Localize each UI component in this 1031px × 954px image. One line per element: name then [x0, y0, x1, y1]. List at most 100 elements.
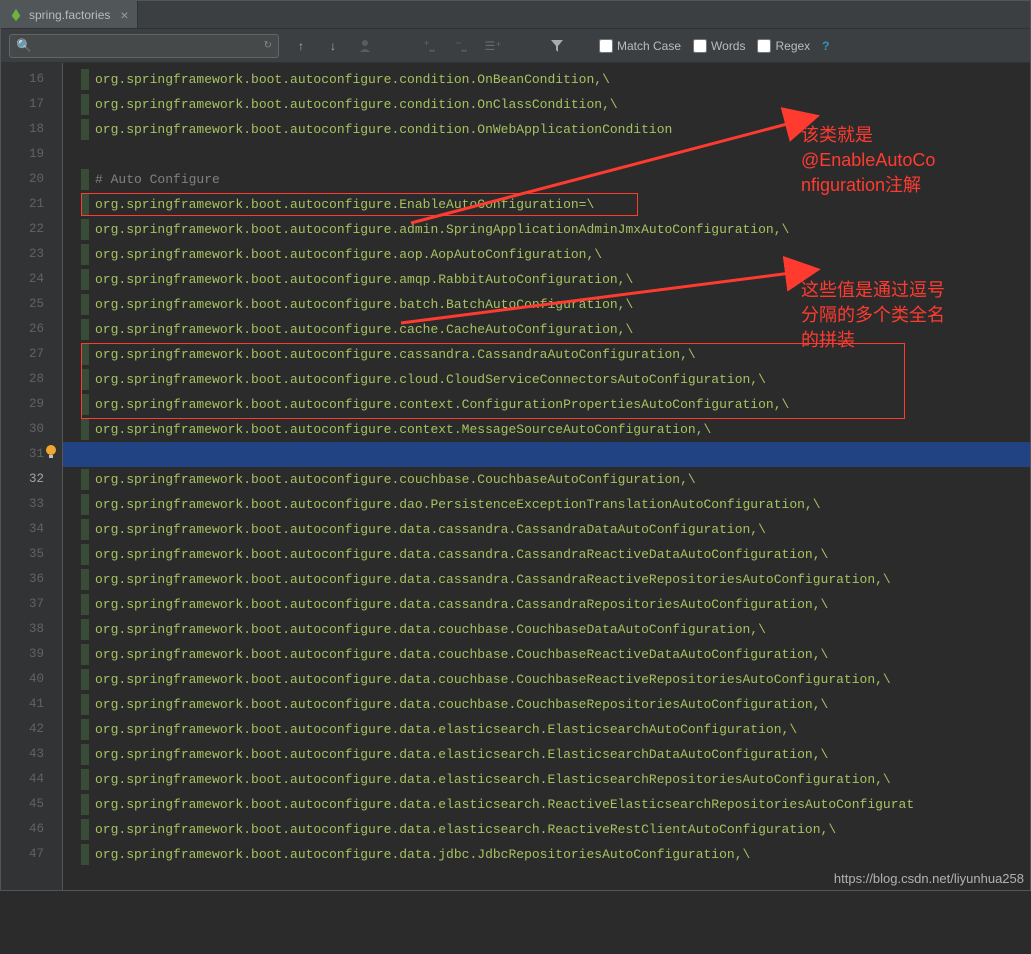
code-line[interactable]: org.springframework.boot.autoconfigure.d… — [81, 817, 1030, 842]
code-line[interactable]: org.springframework.boot.autoconfigure.d… — [81, 717, 1030, 742]
code-line[interactable]: org.springframework.boot.autoconfigure.c… — [81, 392, 1030, 417]
code-line[interactable]: org.springframework.boot.autoconfigure.E… — [81, 192, 1030, 217]
line-number: 45 — [1, 792, 44, 817]
code-text: org.springframework.boot.autoconfigure.d… — [81, 642, 828, 667]
vcs-change-bar — [81, 619, 89, 640]
code-line[interactable]: org.springframework.boot.autoconfigure.d… — [81, 792, 1030, 817]
code-line[interactable]: org.springframework.boot.autoconfigure.a… — [81, 242, 1030, 267]
code-line[interactable]: # Auto Configure — [81, 167, 1030, 192]
code-line[interactable]: org.springframework.boot.autoconfigure.c… — [81, 92, 1030, 117]
help-icon[interactable]: ? — [822, 39, 829, 53]
code-line[interactable]: org.springframework.boot.autoconfigure.d… — [81, 842, 1030, 867]
vcs-change-bar — [81, 644, 89, 665]
code-line[interactable]: org.springframework.boot.autoconfigure.d… — [81, 642, 1030, 667]
line-number: 18 — [1, 117, 44, 142]
code-text: org.springframework.boot.autoconfigure.d… — [81, 492, 821, 517]
code-text: org.springframework.boot.autoconfigure.a… — [81, 217, 789, 242]
vcs-change-bar — [81, 244, 89, 265]
line-number: 30 — [1, 417, 44, 442]
code-line[interactable]: org.springframework.boot.autoconfigure.c… — [81, 67, 1030, 92]
code-text: org.springframework.boot.autoconfigure.d… — [81, 692, 828, 717]
history-icon[interactable]: ↻ — [264, 40, 272, 51]
line-number: 32 — [1, 467, 44, 492]
code-text: org.springframework.boot.autoconfigure.b… — [81, 292, 633, 317]
vcs-change-bar — [81, 844, 89, 865]
code-text: org.springframework.boot.autoconfigure.c… — [81, 417, 711, 442]
line-number: 36 — [1, 567, 44, 592]
select-all-icon[interactable] — [355, 36, 375, 56]
prev-match-icon[interactable]: ↑ — [291, 36, 311, 56]
line-number: 16 — [1, 67, 44, 92]
tab-bar: spring.factories × — [1, 1, 1030, 29]
vcs-change-bar — [81, 594, 89, 615]
vcs-change-bar — [81, 419, 89, 440]
vcs-change-bar — [81, 119, 89, 140]
vcs-change-bar — [81, 744, 89, 765]
code-line[interactable]: org.springframework.boot.autoconfigure.d… — [81, 492, 1030, 517]
code-line[interactable]: org.springframework.boot.autoconfigure.c… — [81, 117, 1030, 142]
search-input[interactable]: 🔍 ↻ — [9, 34, 279, 58]
close-icon[interactable]: × — [120, 7, 128, 23]
vcs-change-bar — [81, 569, 89, 590]
line-number: 35 — [1, 542, 44, 567]
code-line[interactable]: org.springframework.boot.autoconfigure.c… — [81, 367, 1030, 392]
vcs-change-bar — [81, 344, 89, 365]
line-number: 40 — [1, 667, 44, 692]
code-area[interactable]: org.springframework.boot.autoconfigure.c… — [63, 63, 1030, 890]
filter-icon[interactable] — [547, 36, 567, 56]
code-line[interactable]: org.springframework.boot.autoconfigure.d… — [81, 542, 1030, 567]
code-line[interactable] — [81, 142, 1030, 167]
code-line[interactable]: org.springframework.boot.autoconfigure.d… — [81, 592, 1030, 617]
file-icon — [9, 8, 23, 22]
words-checkbox[interactable]: Words — [693, 39, 745, 53]
line-number: 39 — [1, 642, 44, 667]
code-text: org.springframework.boot.autoconfigure.d… — [81, 542, 828, 567]
code-text: org.springframework.boot.autoconfigure.a… — [81, 242, 602, 267]
search-icon: 🔍 — [16, 38, 32, 54]
editor-tab[interactable]: spring.factories × — [1, 1, 138, 28]
line-number: 29 — [1, 392, 44, 417]
line-number: 26 — [1, 317, 44, 342]
next-match-icon[interactable]: ↓ — [323, 36, 343, 56]
line-number: 25 — [1, 292, 44, 317]
line-number: 41 — [1, 692, 44, 717]
code-text: org.springframework.boot.autoconfigure.c… — [81, 367, 766, 392]
line-number: 38 — [1, 617, 44, 642]
line-number: 17 — [1, 92, 44, 117]
regex-checkbox[interactable]: Regex — [757, 39, 810, 53]
code-line[interactable]: org.springframework.boot.autoconfigure.d… — [81, 517, 1030, 542]
remove-selection-icon[interactable]: ⁻⎵ — [451, 36, 471, 56]
code-line[interactable]: org.springframework.boot.autoconfigure.d… — [81, 767, 1030, 792]
code-line[interactable]: org.springframework.boot.autoconfigure.d… — [81, 692, 1030, 717]
code-line[interactable]: org.springframework.boot.autoconfigure.a… — [81, 217, 1030, 242]
intention-bulb-icon[interactable] — [43, 444, 59, 460]
words-label: Words — [711, 39, 745, 53]
select-all-occurrences-icon[interactable]: ☰⁺ — [483, 36, 503, 56]
code-line[interactable]: org.springframework.boot.autoconfigure.c… — [81, 417, 1030, 442]
match-case-label: Match Case — [617, 39, 681, 53]
code-line[interactable]: org.springframework.boot.autoconfigure.c… — [81, 317, 1030, 342]
line-number: 34 — [1, 517, 44, 542]
tab-filename: spring.factories — [29, 8, 110, 22]
code-line[interactable]: org.springframework.boot.autoconfigure.c… — [81, 342, 1030, 367]
code-line[interactable]: org.springframework.boot.autoconfigure.d… — [81, 567, 1030, 592]
code-text: org.springframework.boot.autoconfigure.c… — [81, 467, 696, 492]
code-line[interactable]: org.springframework.boot.autoconfigure.d… — [81, 742, 1030, 767]
code-line[interactable]: org.springframework.boot.autoconfigure.c… — [81, 467, 1030, 492]
code-line[interactable]: org.springframework.boot.autoconfigure.a… — [81, 267, 1030, 292]
watermark: https://blog.csdn.net/liyunhua258 — [834, 871, 1024, 886]
add-selection-icon[interactable]: ⁺⎵ — [419, 36, 439, 56]
code-text: org.springframework.boot.autoconfigure.d… — [81, 717, 797, 742]
match-case-checkbox[interactable]: Match Case — [599, 39, 681, 53]
vcs-change-bar — [81, 719, 89, 740]
code-text: org.springframework.boot.autoconfigure.c… — [81, 342, 696, 367]
code-text: org.springframework.boot.autoconfigure.d… — [81, 742, 828, 767]
code-editor[interactable]: 1617181920212223242526272829303132333435… — [1, 63, 1030, 890]
vcs-change-bar — [81, 469, 89, 490]
code-text: org.springframework.boot.autoconfigure.c… — [81, 317, 633, 342]
code-line[interactable]: org.springframework.boot.autoconfigure.d… — [81, 617, 1030, 642]
code-line[interactable]: org.springframework.boot.autoconfigure.d… — [81, 667, 1030, 692]
vcs-change-bar — [81, 94, 89, 115]
vcs-change-bar — [81, 269, 89, 290]
code-line[interactable]: org.springframework.boot.autoconfigure.b… — [81, 292, 1030, 317]
